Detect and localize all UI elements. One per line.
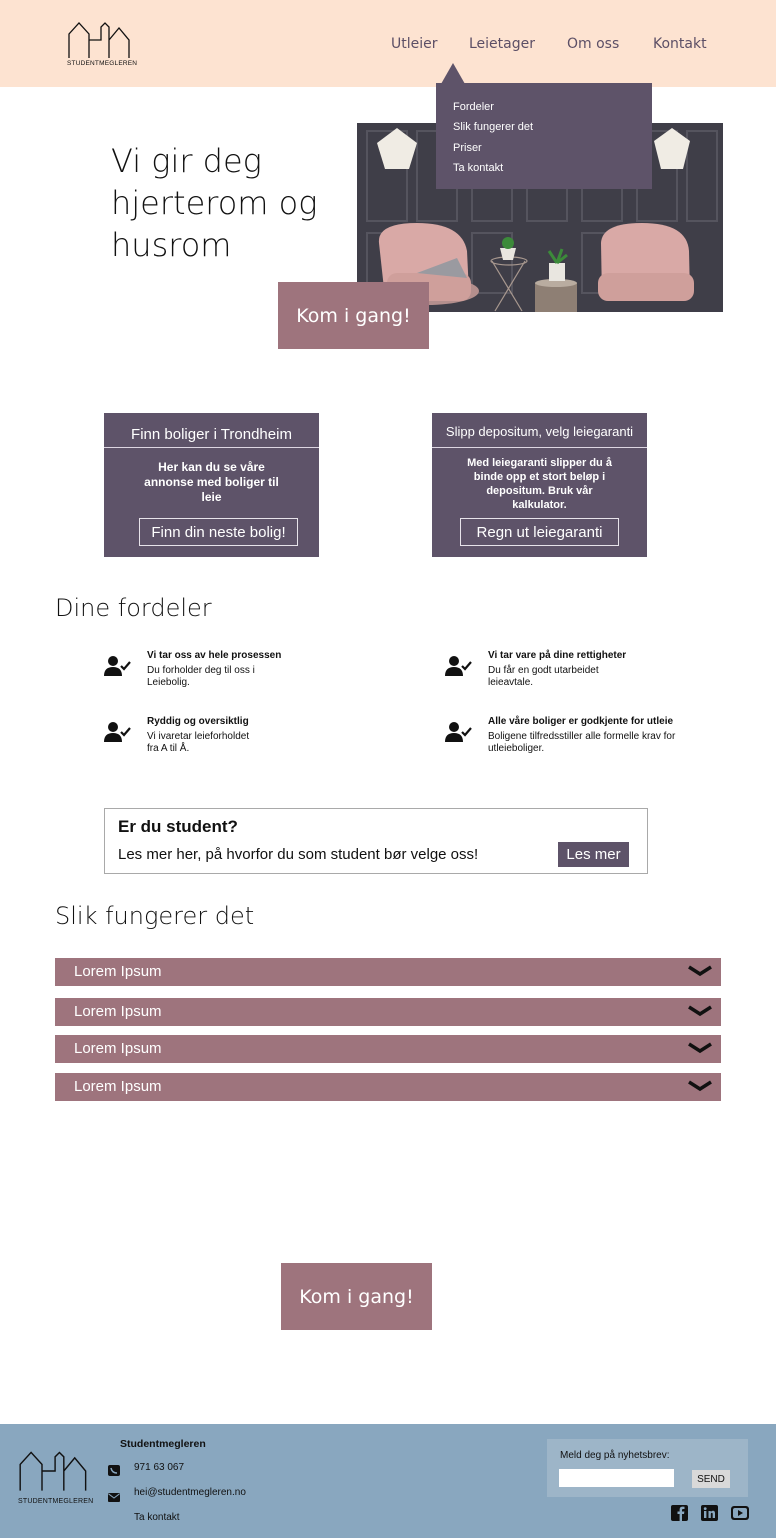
card-body: Med leiegaranti slipper du å binde opp e… bbox=[467, 457, 612, 511]
nav-utleier[interactable]: Utleier bbox=[391, 36, 438, 52]
card-rent-guarantee: Slipp depositum, velg leiegaranti Med le… bbox=[432, 413, 647, 557]
footer-logo[interactable]: STUDENTMEGLEREN bbox=[18, 1449, 94, 1505]
calculate-guarantee-button[interactable]: Regn ut leiegaranti bbox=[460, 518, 619, 546]
hero-title-line: husrom bbox=[111, 226, 232, 264]
user-check-icon bbox=[445, 655, 473, 682]
how-it-works-title: Slik fungerer det bbox=[55, 902, 255, 930]
footer-email[interactable]: hei@studentmegleren.no bbox=[134, 1487, 246, 1498]
newsletter-label: Meld deg på nyhetsbrev: bbox=[560, 1450, 670, 1461]
bottom-cta-button[interactable]: Kom i gang! bbox=[281, 1263, 432, 1330]
benefit-title: Vi tar vare på dine rettigheter bbox=[488, 650, 627, 661]
hero-title-line: Vi gir deg bbox=[111, 142, 262, 180]
accordion-item[interactable]: Lorem Ipsum bbox=[55, 998, 721, 1026]
footer-logo-text: STUDENTMEGLEREN bbox=[18, 1498, 94, 1505]
house-logo-icon bbox=[19, 1451, 87, 1491]
accordion-item[interactable]: Lorem Ipsum bbox=[55, 958, 721, 986]
accordion-label: Lorem Ipsum bbox=[74, 1078, 162, 1095]
newsletter-box: Meld deg på nyhetsbrev: SEND bbox=[547, 1439, 748, 1497]
user-check-icon bbox=[445, 721, 473, 748]
dropdown-item-priser[interactable]: Priser bbox=[453, 142, 482, 154]
house-logo-icon bbox=[68, 22, 130, 58]
student-box-title: Er du student? bbox=[118, 817, 238, 836]
student-info-box: Er du student? Les mer her, på hvorfor d… bbox=[104, 808, 648, 874]
accordion-label: Lorem Ipsum bbox=[74, 1003, 162, 1020]
benefit-text: Boligene tilfredsstiller alle formelle k… bbox=[488, 731, 676, 754]
dropdown-item-fordeler[interactable]: Fordeler bbox=[453, 101, 494, 113]
mail-icon bbox=[108, 1489, 120, 1507]
facebook-icon[interactable] bbox=[671, 1505, 688, 1526]
accordion-label: Lorem Ipsum bbox=[74, 1040, 162, 1057]
logo[interactable]: STUDENTMEGLEREN bbox=[67, 20, 138, 67]
hero-title: Vi gir deg hjerterom og husrom bbox=[111, 140, 361, 266]
dropdown-pointer bbox=[441, 63, 465, 84]
dropdown-item-slik-fungerer-det[interactable]: Slik fungerer det bbox=[453, 121, 533, 133]
card-body: Her kan du se våre annonse med boliger t… bbox=[144, 460, 279, 504]
chevron-down-icon bbox=[688, 1042, 712, 1054]
newsletter-send-button[interactable]: SEND bbox=[692, 1470, 730, 1488]
card-title: Slipp depositum, velg leiegaranti bbox=[445, 424, 634, 439]
footer-company-name: Studentmegleren bbox=[120, 1438, 206, 1450]
hero-title-line: hjerterom og bbox=[111, 184, 318, 222]
benefit-title: Alle våre boliger er godkjente for utlei… bbox=[488, 716, 674, 727]
leietager-dropdown-menu: Fordeler Slik fungerer det Priser Ta kon… bbox=[436, 83, 652, 189]
site-header: STUDENTMEGLEREN Utleier Leietager Om oss… bbox=[0, 0, 776, 87]
footer-contact-link[interactable]: Ta kontakt bbox=[134, 1512, 180, 1523]
benefit-text: Vi ivaretar leieforholdet fra A til Å. bbox=[147, 731, 250, 754]
nav-leietager[interactable]: Leietager bbox=[469, 36, 535, 52]
newsletter-email-input[interactable] bbox=[559, 1469, 674, 1487]
footer-phone[interactable]: 971 63 067 bbox=[134, 1462, 184, 1473]
card-divider bbox=[104, 447, 319, 448]
student-box-text: Les mer her, på hvorfor du som student b… bbox=[118, 846, 479, 863]
card-title: Finn boliger i Trondheim bbox=[131, 426, 292, 443]
benefit-title: Ryddig og oversiktlig bbox=[147, 716, 249, 727]
benefits-title: Dine fordeler bbox=[55, 594, 212, 622]
linkedin-icon[interactable] bbox=[701, 1505, 718, 1526]
logo-text: STUDENTMEGLEREN bbox=[67, 60, 138, 67]
card-divider bbox=[432, 447, 647, 448]
accordion-label: Lorem Ipsum bbox=[74, 963, 162, 980]
user-check-icon bbox=[104, 721, 132, 748]
nav-kontakt[interactable]: Kontakt bbox=[653, 36, 707, 52]
benefit-title: Vi tar oss av hele prosessen bbox=[147, 650, 282, 661]
chevron-down-icon bbox=[688, 1080, 712, 1092]
youtube-icon[interactable] bbox=[731, 1506, 749, 1525]
dropdown-item-ta-kontakt[interactable]: Ta kontakt bbox=[453, 162, 503, 174]
read-more-button[interactable]: Les mer bbox=[558, 842, 629, 867]
find-housing-button[interactable]: Finn din neste bolig! bbox=[139, 518, 298, 546]
benefit-text: Du forholder deg til oss i Leiebolig. bbox=[147, 665, 255, 688]
benefit-text: Du får en godt utarbeidet leieavtale. bbox=[488, 665, 599, 688]
accordion-item[interactable]: Lorem Ipsum bbox=[55, 1035, 721, 1063]
chevron-down-icon bbox=[688, 965, 712, 977]
accordion-item[interactable]: Lorem Ipsum bbox=[55, 1073, 721, 1101]
chevron-down-icon bbox=[688, 1005, 712, 1017]
user-check-icon bbox=[104, 655, 132, 682]
nav-om-oss[interactable]: Om oss bbox=[567, 36, 619, 52]
phone-icon bbox=[108, 1463, 120, 1481]
hero-cta-button[interactable]: Kom i gang! bbox=[278, 282, 429, 349]
card-find-housing: Finn boliger i Trondheim Her kan du se v… bbox=[104, 413, 319, 557]
